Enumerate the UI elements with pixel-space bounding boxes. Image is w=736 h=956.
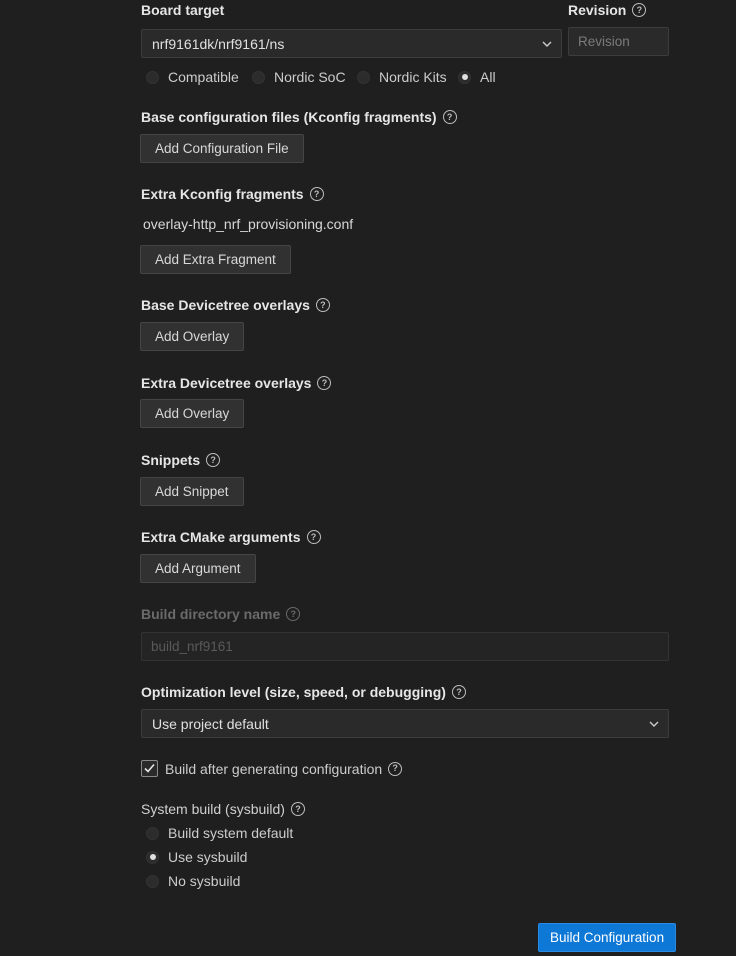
sysbuild-option-default[interactable]: Build system default: [146, 825, 293, 841]
filter-compatible[interactable]: Compatible: [146, 69, 239, 85]
revision-label: Revision ?: [568, 2, 647, 18]
extra-kconfig-help-icon[interactable]: ?: [309, 187, 324, 201]
build-dir-label: Build directory name ?: [141, 606, 301, 622]
sysbuild-help-icon[interactable]: ?: [290, 802, 305, 816]
filter-nordic-soc[interactable]: Nordic SoC: [252, 69, 346, 85]
extra-kconfig-label-text: Extra Kconfig fragments: [141, 186, 304, 202]
cmake-args-help-icon[interactable]: ?: [306, 530, 321, 544]
snippets-help-icon[interactable]: ?: [206, 453, 221, 467]
revision-help-icon[interactable]: ?: [632, 3, 647, 17]
add-extra-overlay-button[interactable]: Add Overlay: [140, 399, 245, 428]
chevron-down-icon: [542, 41, 552, 47]
filter-nordic-kits[interactable]: Nordic Kits: [357, 69, 447, 85]
build-dir-input: build_nrf9161: [141, 632, 669, 661]
filter-compatible-label: Compatible: [168, 69, 239, 85]
build-after-checkbox[interactable]: [141, 760, 158, 777]
add-configuration-file-button[interactable]: Add Configuration File: [140, 134, 304, 163]
filter-nordic-kits-label: Nordic Kits: [379, 69, 447, 85]
filter-all-label: All: [480, 69, 496, 85]
extra-kconfig-item: overlay-http_nrf_provisioning.conf: [143, 216, 354, 232]
board-target-select[interactable]: nrf9161dk/nrf9161/ns: [141, 29, 562, 58]
build-dir-label-text: Build directory name: [141, 606, 281, 622]
extra-devicetree-label: Extra Devicetree overlays ?: [141, 375, 332, 391]
snippets-label-text: Snippets: [141, 452, 201, 468]
build-dir-placeholder: build_nrf9161: [151, 639, 233, 654]
radio-build-system-default[interactable]: [146, 826, 159, 840]
radio-no-sysbuild[interactable]: [146, 874, 159, 888]
build-dir-help-icon[interactable]: ?: [286, 607, 301, 621]
base-config-help-icon[interactable]: ?: [442, 110, 457, 124]
sysbuild-option-none-label: No sysbuild: [168, 873, 241, 889]
optimization-label-text: Optimization level (size, speed, or debu…: [141, 684, 446, 700]
base-devicetree-label-text: Base Devicetree overlays: [141, 297, 310, 313]
add-argument-button[interactable]: Add Argument: [140, 554, 256, 583]
build-configuration-button[interactable]: Build Configuration: [538, 923, 677, 952]
cmake-args-label-text: Extra CMake arguments: [141, 529, 301, 545]
optimization-value: Use project default: [152, 715, 269, 732]
radio-all[interactable]: [458, 70, 471, 84]
optimization-select[interactable]: Use project default: [141, 709, 669, 738]
add-base-overlay-button[interactable]: Add Overlay: [140, 322, 245, 351]
base-devicetree-help-icon[interactable]: ?: [315, 298, 330, 312]
sysbuild-option-none[interactable]: No sysbuild: [146, 873, 240, 889]
cmake-args-label: Extra CMake arguments ?: [141, 529, 321, 545]
extra-devicetree-label-text: Extra Devicetree overlays: [141, 375, 312, 391]
sysbuild-option-use[interactable]: Use sysbuild: [146, 849, 247, 865]
radio-nordic-soc[interactable]: [252, 70, 265, 84]
revision-input[interactable]: Revision: [568, 27, 669, 56]
board-target-label: Board target: [141, 2, 224, 18]
chevron-down-icon: [649, 721, 659, 727]
base-config-label-text: Base configuration files (Kconfig fragme…: [141, 109, 437, 125]
build-after-help-icon[interactable]: ?: [388, 761, 403, 776]
sysbuild-label: System build (sysbuild) ?: [141, 801, 305, 817]
board-target-label-text: Board target: [141, 2, 225, 18]
filter-nordic-soc-label: Nordic SoC: [274, 69, 346, 85]
base-config-label: Base configuration files (Kconfig fragme…: [141, 109, 457, 125]
optimization-label: Optimization level (size, speed, or debu…: [141, 684, 466, 700]
snippets-label: Snippets ?: [141, 452, 221, 468]
sysbuild-option-default-label: Build system default: [168, 825, 294, 841]
revision-placeholder: Revision: [578, 34, 630, 49]
sysbuild-option-use-label: Use sysbuild: [168, 849, 248, 865]
sysbuild-label-text: System build (sysbuild): [141, 801, 285, 817]
checkmark-icon: [144, 763, 155, 773]
add-extra-fragment-button[interactable]: Add Extra Fragment: [140, 245, 291, 274]
radio-use-sysbuild[interactable]: [146, 850, 159, 864]
radio-nordic-kits[interactable]: [357, 70, 370, 84]
filter-all[interactable]: All: [458, 69, 496, 85]
board-target-value: nrf9161dk/nrf9161/ns: [152, 35, 285, 52]
revision-label-text: Revision: [568, 2, 627, 18]
build-after-checkbox-row[interactable]: Build after generating configuration ?: [141, 760, 403, 777]
optimization-help-icon[interactable]: ?: [451, 685, 466, 699]
add-snippet-button[interactable]: Add Snippet: [140, 477, 244, 506]
build-after-label: Build after generating configuration: [165, 760, 383, 777]
extra-devicetree-help-icon[interactable]: ?: [317, 376, 332, 390]
radio-compatible[interactable]: [146, 70, 159, 84]
base-devicetree-label: Base Devicetree overlays ?: [141, 297, 330, 313]
extra-kconfig-label: Extra Kconfig fragments ?: [141, 186, 324, 202]
